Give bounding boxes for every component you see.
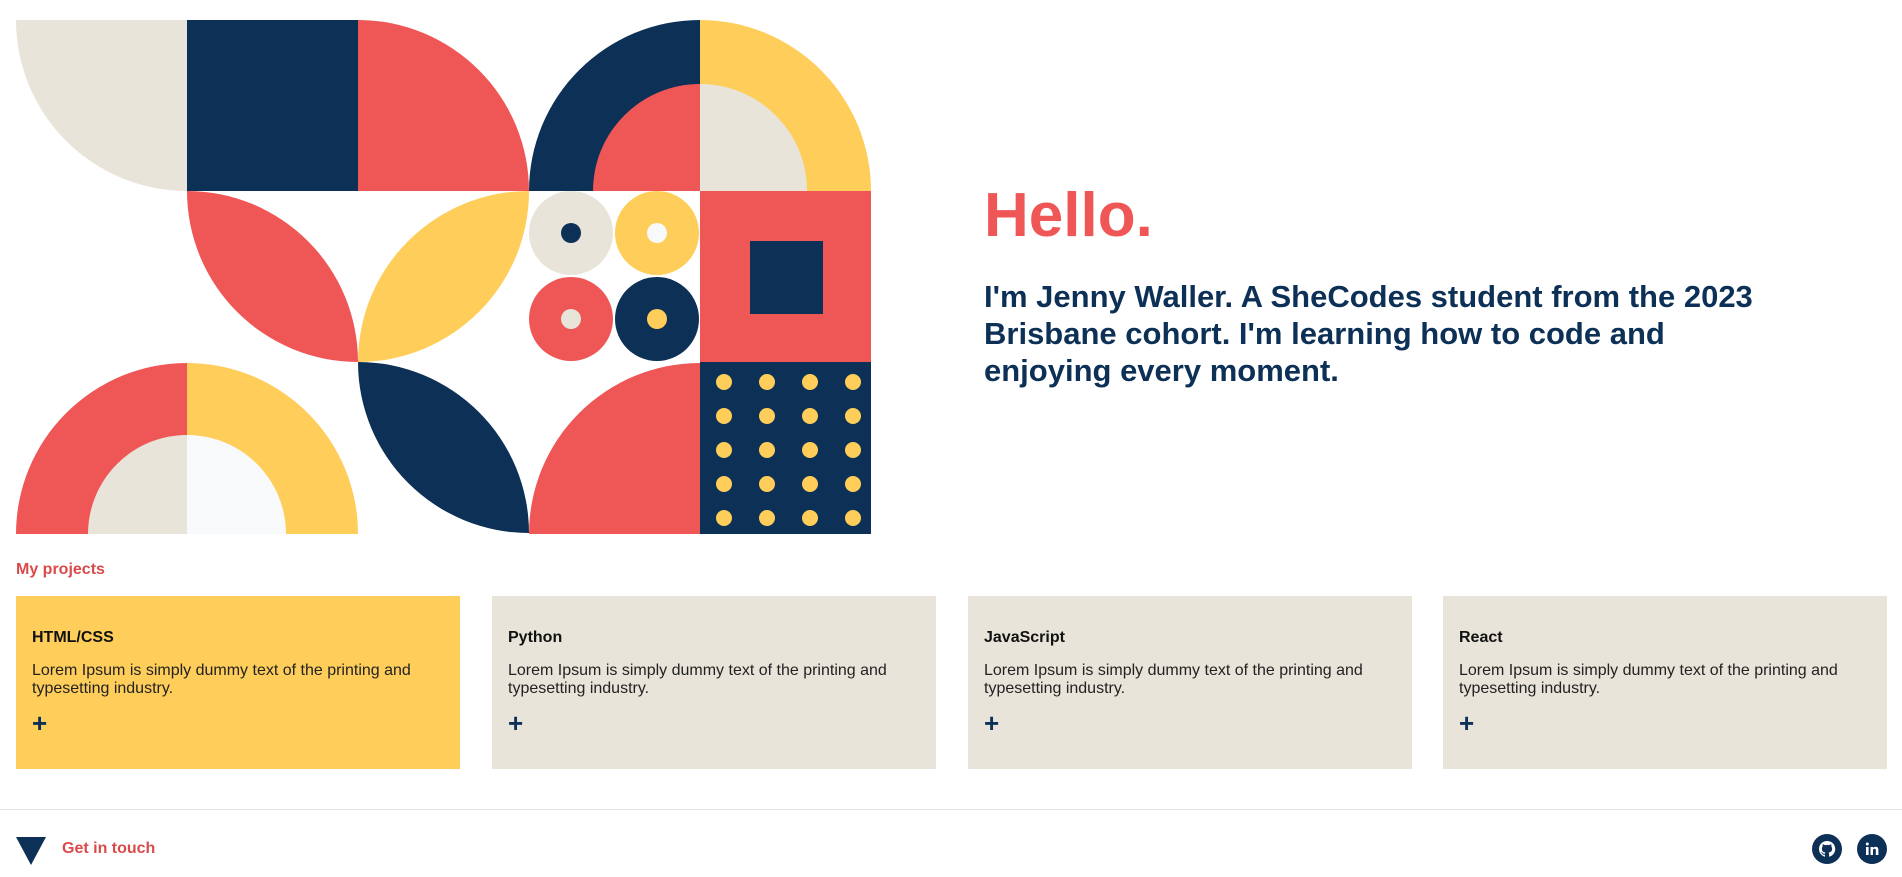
art-cream-quarter [16,20,187,191]
project-card-html-css[interactable]: HTML/CSS Lorem Ipsum is simply dummy tex… [16,596,460,769]
art-white-dot [647,223,667,243]
triangle-down-icon [16,837,46,865]
art-coral-bottom-quarter [529,363,700,534]
project-card-python[interactable]: Python Lorem Ipsum is simply dummy text … [492,596,936,769]
plus-icon[interactable]: + [1459,710,1479,736]
project-description: Lorem Ipsum is simply dummy text of the … [508,662,887,697]
art-navy-inner-square [750,241,823,314]
hero-artwork [16,20,871,534]
art-navy-leaf [358,362,529,533]
project-title: JavaScript [984,629,1065,646]
plus-icon[interactable]: + [984,710,1004,736]
project-title: HTML/CSS [32,629,114,646]
art-cream-dot [561,309,581,329]
art-coral-quarter [358,20,529,191]
art-coral-leaf [187,191,358,362]
project-description: Lorem Ipsum is simply dummy text of the … [984,662,1363,697]
project-description: Lorem Ipsum is simply dummy text of the … [1459,662,1838,697]
hero-section: Hello. I'm Jenny Waller. A SheCodes stud… [984,176,1784,389]
projects-list: HTML/CSS Lorem Ipsum is simply dummy tex… [16,596,1887,769]
project-card-javascript[interactable]: JavaScript Lorem Ipsum is simply dummy t… [968,596,1412,769]
linkedin-icon[interactable] [1857,834,1887,864]
plus-icon[interactable]: + [508,710,528,736]
hero-intro: I'm Jenny Waller. A SheCodes student fro… [984,279,1753,388]
art-yellow-leaf [358,191,529,362]
project-title: React [1459,629,1503,646]
art-yellow-dot [647,309,667,329]
art-navy-dot [561,223,581,243]
project-title: Python [508,629,563,646]
project-description: Lorem Ipsum is simply dummy text of the … [32,662,411,697]
footer: Get in touch [0,810,1902,877]
art-navy-square [187,20,358,191]
get-in-touch-link[interactable]: Get in touch [62,840,155,858]
plus-icon[interactable]: + [32,710,52,736]
projects-heading: My projects [16,561,105,578]
project-card-react[interactable]: React Lorem Ipsum is simply dummy text o… [1443,596,1887,769]
github-icon[interactable] [1812,834,1842,864]
hero-greeting: Hello. [984,181,1153,250]
